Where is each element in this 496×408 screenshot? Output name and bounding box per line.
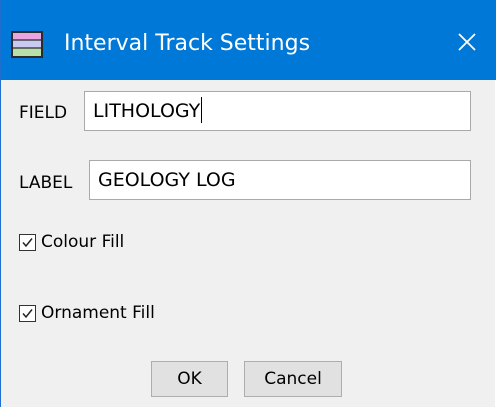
ok-button[interactable]: OK	[151, 361, 228, 397]
colour-fill-label: Colour Fill	[41, 232, 125, 252]
label-input[interactable]: GEOLOGY LOG	[89, 160, 471, 200]
colour-fill-checkbox-row[interactable]: Colour Fill	[19, 228, 124, 256]
text-caret	[201, 96, 203, 123]
colour-fill-checkbox[interactable]	[19, 233, 36, 251]
field-input[interactable]: LITHOLOGY	[84, 91, 471, 131]
label-input-value: GEOLOGY LOG	[98, 169, 236, 191]
dialog-window: Interval Track Settings FIELD LITHOLOGY …	[0, 0, 496, 407]
dialog-content: FIELD LITHOLOGY LABEL GEOLOGY LOG Colour…	[1, 80, 495, 407]
ornament-fill-label: Ornament Fill	[41, 303, 155, 323]
close-icon	[457, 32, 477, 56]
checkmark-icon	[22, 237, 33, 247]
ornament-fill-checkbox-row[interactable]: Ornament Fill	[19, 299, 155, 327]
close-button[interactable]	[437, 17, 496, 71]
cancel-button[interactable]: Cancel	[244, 361, 342, 397]
app-window-icon	[10, 30, 44, 59]
checkmark-icon	[22, 308, 33, 318]
field-label: FIELD	[19, 103, 68, 123]
ornament-fill-checkbox[interactable]	[19, 304, 36, 322]
field-input-value: LITHOLOGY	[93, 100, 201, 122]
title-bar[interactable]: Interval Track Settings	[1, 0, 496, 80]
window-title: Interval Track Settings	[64, 31, 311, 56]
label-label: LABEL	[19, 173, 73, 193]
